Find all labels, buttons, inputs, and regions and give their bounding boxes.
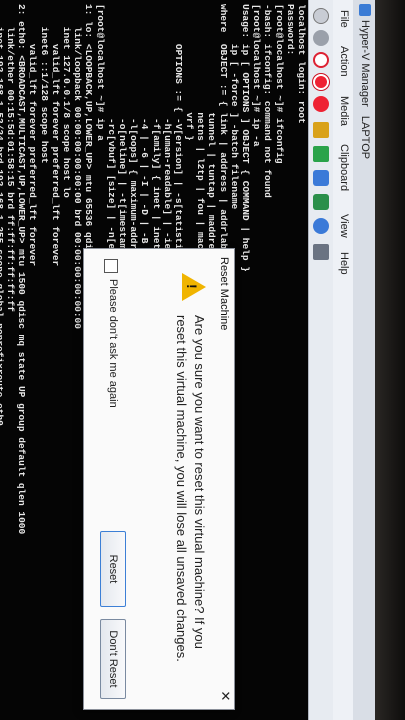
revert-icon[interactable] xyxy=(313,194,329,210)
menu-file[interactable]: File xyxy=(338,10,350,28)
console-line: inet6 ::1/128 scope host xyxy=(38,4,50,164)
menu-action[interactable]: Action xyxy=(338,46,350,77)
console-line: Password: xyxy=(284,4,296,56)
console-line: 2: eth0: <BROADCAST,MULTICAST,UP,LOWER_U… xyxy=(16,4,28,535)
enhanced-session-icon[interactable] xyxy=(313,244,329,260)
dont-reset-button[interactable]: Don't Reset xyxy=(100,619,126,699)
console-line: link/loopback 00:00:00:00:00:00 brd 00:0… xyxy=(72,4,84,329)
console-line: inet 127.0.0.1/8 scope host lo xyxy=(61,4,73,198)
console-line: link/ether 00:15:5d:01:58:15 brd ff:ff:f… xyxy=(5,4,17,312)
dont-ask-checkbox[interactable] xyxy=(104,259,118,273)
title-bar: Hyper-V Manager LAPTOP xyxy=(352,0,375,720)
menu-view[interactable]: View xyxy=(338,214,350,238)
window-subtitle-text: LAPTOP xyxy=(359,115,371,160)
reset-button[interactable]: Reset xyxy=(100,531,126,607)
close-icon[interactable]: ✕ xyxy=(218,689,233,703)
console-line: [root@localhost ~]# ifconfig xyxy=(273,4,285,164)
save-icon[interactable] xyxy=(313,96,329,112)
turnoff-icon[interactable] xyxy=(313,52,329,68)
monitor-bezel xyxy=(375,0,405,720)
checkpoint-icon[interactable] xyxy=(313,170,329,186)
menu-clipboard[interactable]: Clipboard xyxy=(338,144,350,191)
menu-help[interactable]: Help xyxy=(338,252,350,275)
reset-icon[interactable] xyxy=(313,218,329,234)
start-icon[interactable] xyxy=(313,30,329,46)
vm-connection-window: Hyper-V Manager LAPTOP File Action Media… xyxy=(0,0,375,720)
menu-media[interactable]: Media xyxy=(338,96,350,126)
resume-icon[interactable] xyxy=(313,146,329,162)
console-line: -bash: ifconfig: command not found xyxy=(262,4,274,198)
dialog-message: Are you sure you want to reset this virt… xyxy=(174,315,207,662)
dialog-title: Reset Machine xyxy=(218,257,230,331)
console-line: localhost login: root xyxy=(296,4,307,124)
window-title: Hyper-V Manager LAPTOP xyxy=(359,20,371,159)
console-line: inet 192.168.1.52/24 brd 192.168.1.255 s… xyxy=(0,26,5,426)
reset-machine-dialog: Reset Machine ✕ ! Are you sure you want … xyxy=(83,248,235,710)
shutdown-icon[interactable] xyxy=(313,74,329,90)
ctrl-alt-del-icon[interactable] xyxy=(313,8,329,24)
warning-glyph: ! xyxy=(184,284,200,289)
console-line: valid_lft forever preferred_lft forever xyxy=(27,4,39,267)
console-line: Usage: ip [ OPTIONS ] OBJECT { COMMAND |… xyxy=(240,4,252,272)
hyperv-app-icon xyxy=(359,4,371,16)
toolbar xyxy=(308,0,333,720)
warning-icon: ! xyxy=(182,273,206,301)
console-line: [root@localhost ~]# ip -a xyxy=(251,4,263,147)
window-title-text: Hyper-V Manager xyxy=(359,20,371,107)
console-line: valid_lft forever preferred_lft forever xyxy=(49,4,61,267)
dont-ask-label: Please don't ask me again xyxy=(107,279,119,408)
pause-icon[interactable] xyxy=(313,122,329,138)
menu-bar: File Action Media Clipboard View Help xyxy=(332,0,353,720)
